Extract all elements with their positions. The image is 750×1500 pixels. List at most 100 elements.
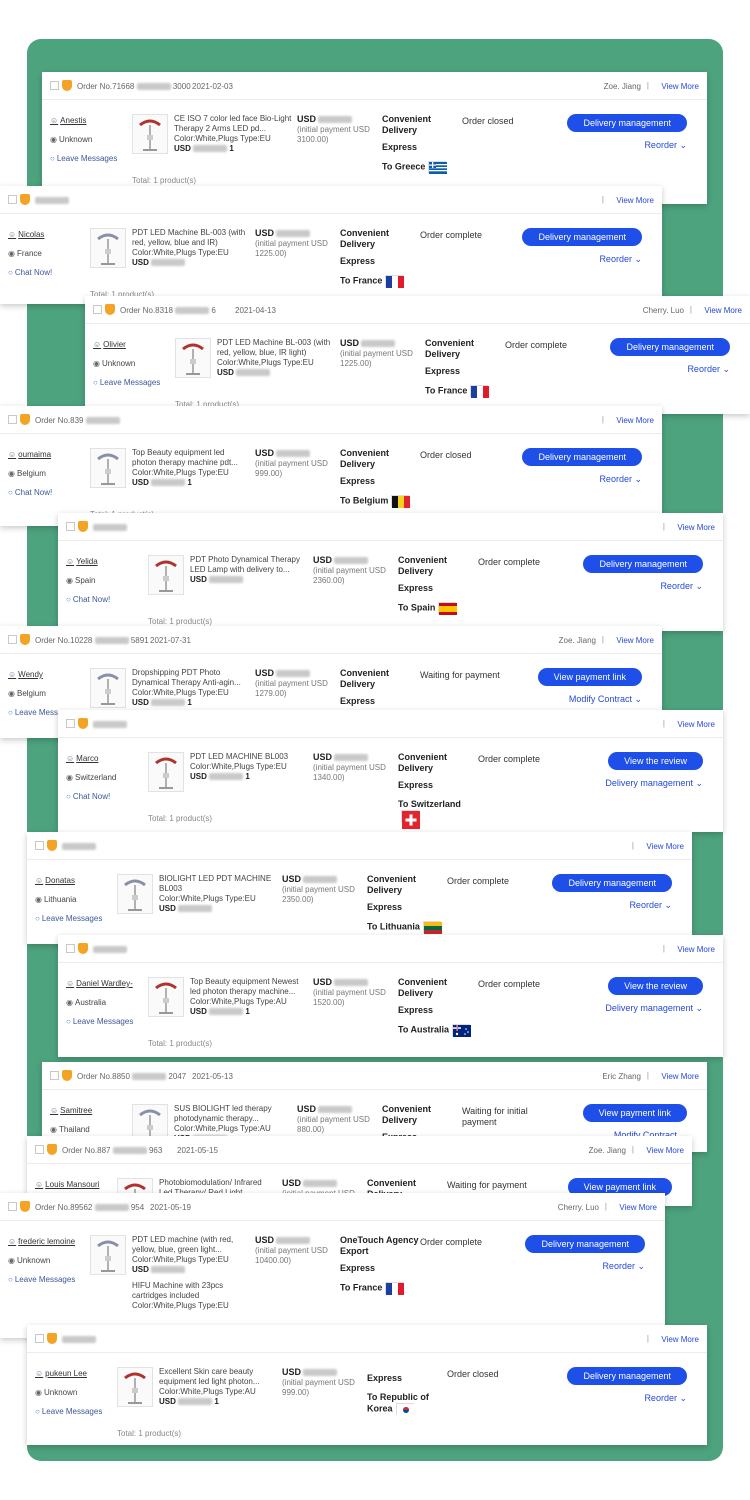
staff-dropdown[interactable]: Eric Zhang	[602, 1072, 641, 1081]
primary-action-button[interactable]: Delivery management	[610, 338, 730, 356]
secondary-action-link[interactable]: Reorder	[552, 900, 672, 911]
primary-action-button[interactable]: View payment link	[537, 668, 642, 686]
secondary-action-link[interactable]: Modify Contract	[538, 694, 642, 705]
buyer-name-link[interactable]: Wendy	[8, 670, 86, 679]
product-name-link[interactable]: PDT Photo Dynamical Therapy LED Lamp wit…	[190, 555, 308, 575]
primary-action-button[interactable]: Delivery management	[567, 114, 687, 132]
product-name-link[interactable]: CE ISO 7 color led face Bio-Light Therap…	[174, 114, 292, 134]
product-image[interactable]	[90, 448, 126, 488]
product-image[interactable]	[148, 977, 184, 1017]
contact-link[interactable]: Leave Messages	[93, 378, 171, 387]
secondary-action-link[interactable]: Delivery management	[605, 778, 703, 789]
secondary-action-link[interactable]: Delivery management	[605, 1003, 703, 1014]
product-name-link[interactable]: HIFU Machine with 23pcs cartridges inclu…	[132, 1281, 250, 1301]
product-name-link[interactable]: PDT LED Machine BL-003 (with red, yellow…	[132, 228, 250, 248]
secondary-action-link[interactable]: Reorder	[583, 581, 703, 592]
staff-dropdown[interactable]: Zoe. Jiang	[604, 82, 641, 91]
buyer-name-link[interactable]: frederic lemoine	[8, 1237, 86, 1246]
primary-action-button[interactable]: Delivery management	[552, 874, 672, 892]
product-image[interactable]	[117, 874, 153, 914]
contact-link[interactable]: Chat Now!	[66, 595, 144, 604]
order-checkbox[interactable]	[35, 841, 44, 850]
staff-dropdown[interactable]: Cherry. Luo	[558, 1203, 599, 1212]
contact-link[interactable]: Leave Messages	[50, 154, 128, 163]
view-more-link[interactable]: View More	[646, 1146, 684, 1155]
contact-link[interactable]: Leave Messages	[66, 1017, 144, 1026]
product-name-link[interactable]: Top Beauty equipment led photon therapy …	[132, 448, 250, 468]
product-name-link[interactable]: PDT LED MACHINE BL003	[190, 752, 308, 762]
buyer-name-link[interactable]: Marco	[66, 754, 144, 763]
staff-dropdown[interactable]: Zoe. Jiang	[589, 1146, 626, 1155]
view-more-link[interactable]: View More	[619, 1203, 657, 1212]
view-more-link[interactable]: View More	[616, 416, 654, 425]
secondary-action-link[interactable]: Reorder	[567, 1393, 687, 1404]
primary-action-button[interactable]: View the review	[608, 752, 703, 770]
product-name-link[interactable]: BIOLIGHT LED PDT MACHINE BL003	[159, 874, 277, 894]
buyer-name-link[interactable]: Nicolas	[8, 230, 86, 239]
order-checkbox[interactable]	[50, 1071, 59, 1080]
primary-action-button[interactable]: View payment link	[582, 1104, 687, 1122]
secondary-action-link[interactable]: Reorder	[522, 254, 642, 265]
buyer-name-link[interactable]: Samitree	[50, 1106, 128, 1115]
contact-link[interactable]: Leave Messages	[8, 1275, 86, 1284]
product-name-link[interactable]: Top Beauty equipment Newest led photon t…	[190, 977, 308, 997]
secondary-action-link[interactable]: Reorder	[522, 474, 642, 485]
contact-link[interactable]: Chat Now!	[66, 792, 144, 801]
buyer-name-link[interactable]: Daniel Wardley-	[66, 979, 144, 988]
buyer-name-link[interactable]: Olivier	[93, 340, 171, 349]
contact-link[interactable]: Leave Messages	[35, 1407, 113, 1416]
primary-action-button[interactable]: Delivery management	[583, 555, 703, 573]
buyer-name-link[interactable]: pukeun Lee	[35, 1369, 113, 1378]
buyer-name-link[interactable]: Donatas	[35, 876, 113, 885]
secondary-action-link[interactable]: Reorder	[525, 1261, 645, 1272]
product-name-link[interactable]: Excellent Skin care beauty equipment led…	[159, 1367, 277, 1387]
view-more-link[interactable]: View More	[616, 196, 654, 205]
product-name-link[interactable]: Dropshipping PDT Photo Dynamical Therapy…	[132, 668, 250, 688]
view-more-link[interactable]: View More	[704, 306, 742, 315]
product-image[interactable]	[90, 668, 126, 708]
product-image[interactable]	[148, 752, 184, 792]
order-checkbox[interactable]	[93, 305, 102, 314]
order-checkbox[interactable]	[66, 944, 75, 953]
product-image[interactable]	[175, 338, 211, 378]
product-name-link[interactable]: PDT LED machine (with red, yellow, blue,…	[132, 1235, 250, 1255]
buyer-name-link[interactable]: Anestis	[50, 116, 128, 125]
product-image[interactable]	[90, 1235, 126, 1275]
order-checkbox[interactable]	[35, 1334, 44, 1343]
view-more-link[interactable]: View More	[616, 636, 654, 645]
product-name-link[interactable]: SUS BIOLIGHT led therapy photodynamic th…	[174, 1104, 292, 1124]
contact-link[interactable]: Leave Messages	[35, 914, 113, 923]
view-more-link[interactable]: View More	[661, 82, 699, 91]
order-checkbox[interactable]	[8, 195, 17, 204]
secondary-action-link[interactable]: Reorder	[610, 364, 730, 375]
product-image[interactable]	[132, 114, 168, 154]
order-checkbox[interactable]	[50, 81, 59, 90]
order-checkbox[interactable]	[8, 415, 17, 424]
staff-dropdown[interactable]: Cherry. Luo	[643, 306, 684, 315]
primary-action-button[interactable]: Delivery management	[522, 448, 642, 466]
secondary-action-link[interactable]: Reorder	[567, 140, 687, 151]
view-more-link[interactable]: View More	[677, 720, 715, 729]
order-checkbox[interactable]	[8, 635, 17, 644]
order-checkbox[interactable]	[8, 1202, 17, 1211]
primary-action-button[interactable]: View the review	[608, 977, 703, 995]
buyer-name-link[interactable]: oumaima	[8, 450, 86, 459]
view-more-link[interactable]: View More	[677, 945, 715, 954]
buyer-name-link[interactable]: Louis Mansouri	[35, 1180, 113, 1189]
contact-link[interactable]: Chat Now!	[8, 268, 86, 277]
order-checkbox[interactable]	[35, 1145, 44, 1154]
contact-link[interactable]: Chat Now!	[8, 488, 86, 497]
primary-action-button[interactable]: Delivery management	[525, 1235, 645, 1253]
order-checkbox[interactable]	[66, 719, 75, 728]
primary-action-button[interactable]: Delivery management	[522, 228, 642, 246]
product-image[interactable]	[90, 228, 126, 268]
product-name-link[interactable]: PDT LED Machine BL-003 (with red, yellow…	[217, 338, 335, 358]
primary-action-button[interactable]: Delivery management	[567, 1367, 687, 1385]
view-more-link[interactable]: View More	[661, 1072, 699, 1081]
view-more-link[interactable]: View More	[677, 523, 715, 532]
product-image[interactable]	[117, 1367, 153, 1407]
buyer-name-link[interactable]: Yelida	[66, 557, 144, 566]
staff-dropdown[interactable]: Zoe. Jiang	[559, 636, 596, 645]
view-more-link[interactable]: View More	[646, 842, 684, 851]
product-image[interactable]	[148, 555, 184, 595]
